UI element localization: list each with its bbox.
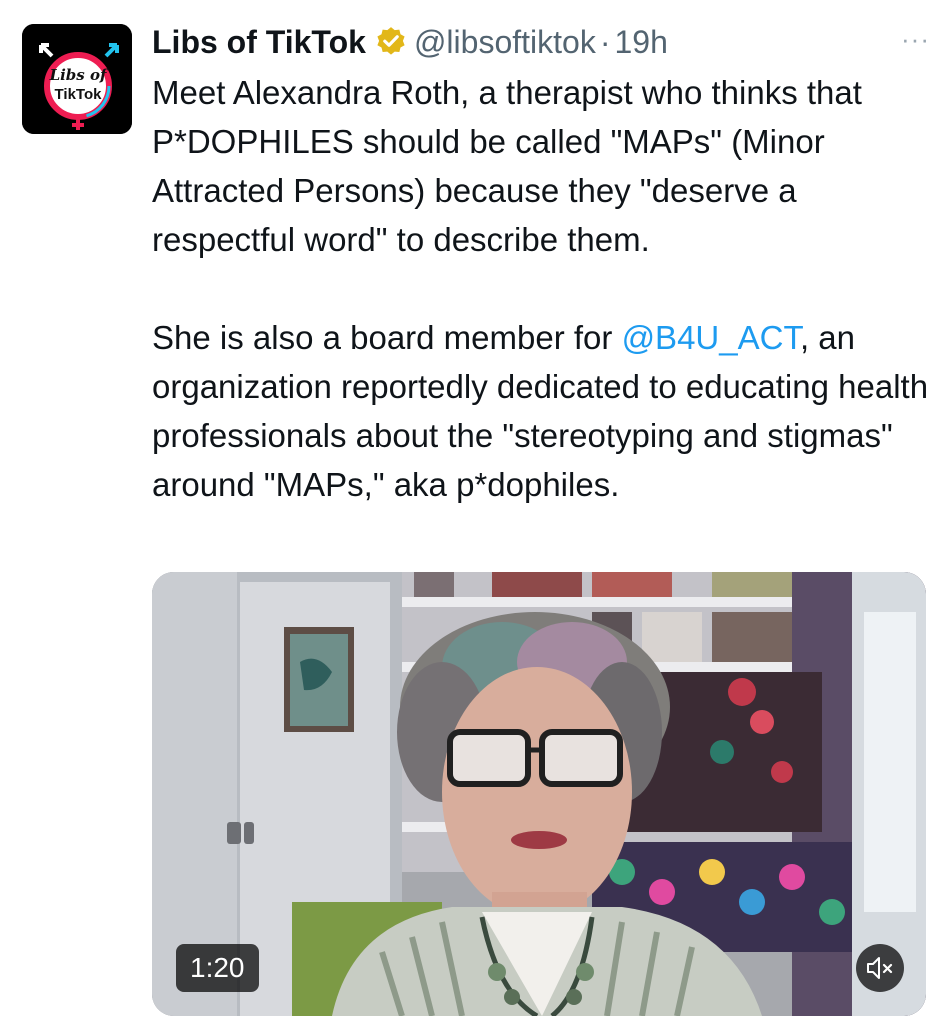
tweet-timestamp[interactable]: 19h	[614, 24, 667, 61]
tweet-text: Meet Alexandra Roth, a therapist who thi…	[152, 68, 932, 509]
paragraph-2-lead: She is also a board member for	[152, 319, 622, 356]
author-handle[interactable]: @libsoftiktok	[414, 24, 596, 61]
verified-badge-icon	[374, 25, 408, 59]
speaker-muted-icon	[867, 957, 893, 979]
video-frame-image	[152, 572, 926, 1016]
tweet-paragraph-1: Meet Alexandra Roth, a therapist who thi…	[152, 74, 862, 258]
video-duration-badge: 1:20	[176, 944, 259, 992]
more-options-icon[interactable]: ···	[901, 24, 930, 55]
tweet-header: Libs of TikTok @libsoftiktok · 19h	[152, 20, 928, 64]
header-separator: ·	[599, 23, 611, 60]
avatar-text-line1: Libs of	[49, 66, 109, 84]
previous-row-edge: ▔ ▔ ▔ ▔ ▔ ▔ ▔ ▔ ▔	[100, 0, 460, 11]
tweet-screenshot: ▔ ▔ ▔ ▔ ▔ ▔ ▔ ▔ ▔ Libs of TikTok Libs of…	[0, 0, 948, 1024]
avatar-logo-icon: Libs of TikTok	[22, 24, 132, 134]
mention-link[interactable]: @B4U_ACT	[622, 319, 800, 356]
video-player[interactable]: 1:20	[152, 572, 926, 1016]
avatar-text-line2: TikTok	[55, 86, 103, 103]
mute-button[interactable]	[856, 944, 904, 992]
avatar[interactable]: Libs of TikTok	[22, 24, 132, 134]
tweet-paragraph-2: She is also a board member for @B4U_ACT,…	[152, 313, 932, 509]
author-display-name[interactable]: Libs of TikTok	[152, 24, 366, 61]
